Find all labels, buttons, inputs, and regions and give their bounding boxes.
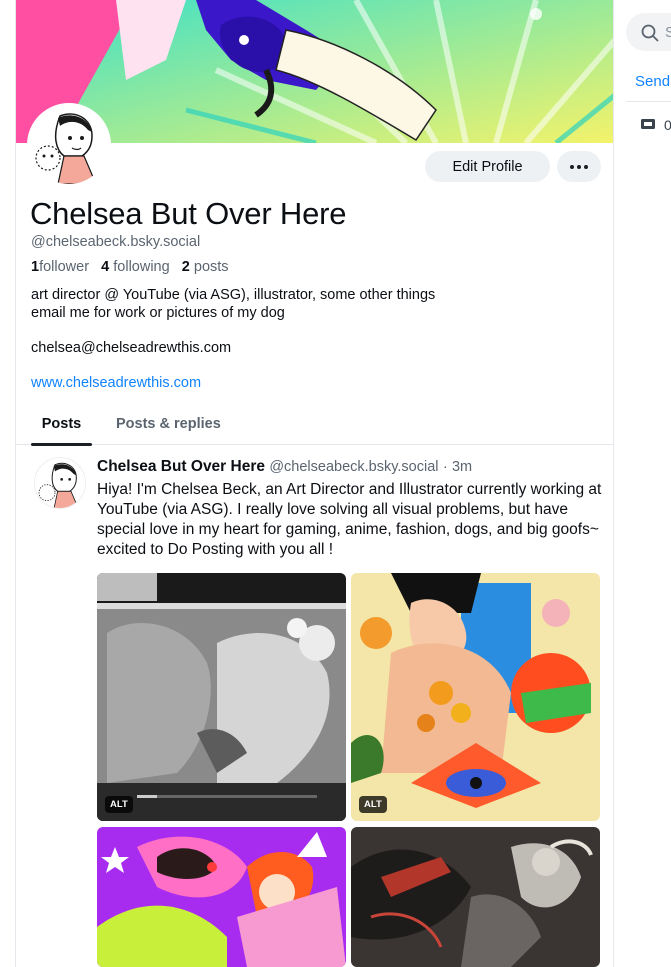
- profile-handle: @chelseabeck.bsky.social: [31, 234, 201, 250]
- following-stat[interactable]: 4 following: [101, 259, 170, 275]
- banner-illustration: [16, 0, 613, 143]
- profile-email: chelsea@chelseadrewthis.com: [31, 340, 232, 356]
- image-illustration: [97, 827, 346, 967]
- post-author-handle[interactable]: @chelseabeck.bsky.social: [269, 459, 438, 475]
- divider: [626, 101, 671, 102]
- profile-column: Edit Profile Chelsea But Over Here @chel…: [15, 0, 614, 967]
- bio-line: email me for work or pictures of my dog: [31, 305, 285, 321]
- tab-posts[interactable]: Posts: [31, 403, 92, 446]
- profile-bio: art director @ YouTube (via ASG), illust…: [31, 286, 591, 322]
- invite-codes-count[interactable]: 0: [664, 117, 671, 133]
- post-author-avatar[interactable]: [34, 457, 86, 509]
- profile-stats: 1follower 4 following 2 posts: [31, 259, 229, 275]
- post-text: Hiya! I'm Chelsea Beck, an Art Director …: [97, 481, 602, 558]
- post-image[interactable]: ALT: [351, 573, 600, 821]
- post-author-name[interactable]: Chelsea But Over Here: [97, 458, 265, 475]
- ellipsis-icon: [570, 164, 574, 169]
- alt-text-badge[interactable]: ALT: [359, 796, 387, 813]
- tab-posts-and-replies[interactable]: Posts & replies: [116, 403, 221, 445]
- alt-text-badge[interactable]: ALT: [105, 796, 133, 813]
- display-name: Chelsea But Over Here: [30, 196, 347, 231]
- search-placeholder: S: [665, 24, 671, 41]
- profile-website-link[interactable]: www.chelseadrewthis.com: [31, 375, 201, 391]
- ticket-icon: [640, 117, 656, 136]
- posts-stat: 2 posts: [181, 259, 229, 275]
- profile-avatar[interactable]: [27, 103, 111, 187]
- post-image[interactable]: [97, 827, 346, 967]
- profile-tabs: Posts Posts & replies: [16, 403, 613, 446]
- image-illustration: [351, 573, 600, 821]
- send-feedback-link[interactable]: Send: [635, 73, 670, 90]
- post-separator: ·: [442, 459, 448, 475]
- bio-line: art director @ YouTube (via ASG), illust…: [31, 287, 436, 303]
- profile-banner[interactable]: [16, 0, 613, 143]
- image-illustration: [351, 827, 600, 967]
- image-illustration: [97, 573, 346, 821]
- avatar-illustration: [30, 106, 108, 184]
- post-image[interactable]: [351, 827, 600, 967]
- more-options-button[interactable]: [557, 151, 601, 182]
- followers-stat[interactable]: 1follower: [31, 259, 89, 275]
- edit-profile-button[interactable]: Edit Profile: [425, 151, 550, 182]
- post-timestamp[interactable]: 3m: [452, 459, 472, 475]
- post-image[interactable]: ALT: [97, 573, 346, 821]
- avatar-illustration: [35, 458, 85, 508]
- active-tab-indicator: [31, 443, 92, 446]
- post-header: Chelsea But Over Here @chelseabeck.bsky.…: [97, 458, 472, 476]
- search-icon: [641, 24, 659, 47]
